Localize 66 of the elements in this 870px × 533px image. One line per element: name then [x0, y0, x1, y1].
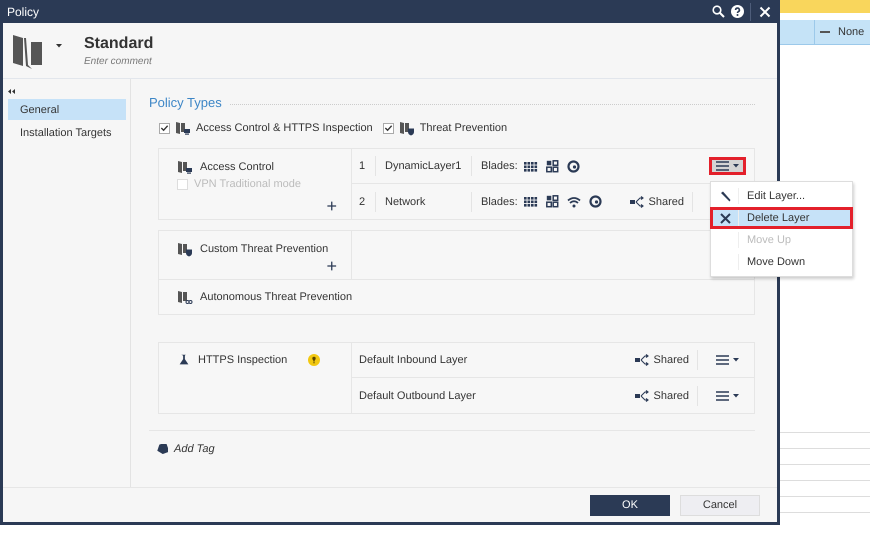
section-title: HTTPS Inspection	[198, 354, 288, 366]
menu-icon	[716, 390, 729, 400]
caret-icon	[733, 358, 739, 362]
layer-name: Default Inbound Layer	[359, 354, 468, 366]
caret-icon	[733, 164, 739, 168]
caret-icon	[733, 394, 739, 398]
minus-icon	[820, 31, 830, 33]
blade-grid-icon	[524, 195, 538, 208]
row-number: 2	[359, 196, 366, 208]
add-button[interactable]: +	[326, 197, 337, 215]
blades-label: Blades:	[481, 196, 518, 208]
section-heading: Policy Types	[149, 95, 222, 110]
option-label: Access Control & HTTPS Inspection	[196, 122, 373, 134]
section-title: Custom Threat Prevention	[200, 243, 328, 255]
search-icon[interactable]	[712, 5, 725, 18]
cancel-button[interactable]: Cancel	[680, 494, 760, 516]
section-title: Autonomous Threat Prevention	[200, 291, 352, 303]
target-icon	[588, 195, 602, 208]
shared-label: Shared	[654, 354, 689, 366]
layer-name: DynamicLayer1	[385, 160, 462, 172]
help-icon[interactable]	[731, 5, 744, 18]
layer-name: Network	[385, 196, 426, 208]
policy-name: Standard	[84, 34, 154, 52]
menu-item[interactable]: Edit Layer...	[713, 188, 850, 204]
add-button[interactable]: +	[326, 257, 337, 275]
target-icon	[566, 160, 580, 172]
policy-icon	[177, 241, 193, 257]
menu-button[interactable]	[712, 160, 743, 172]
menu-icon	[716, 355, 729, 365]
share-icon	[634, 354, 649, 366]
option-label: VPN Traditional mode	[194, 178, 301, 190]
layer-name: Default Outbound Layer	[359, 390, 476, 402]
policy-icon	[177, 289, 193, 305]
caret-icon[interactable]	[56, 44, 62, 48]
blade-grid-icon	[524, 160, 538, 172]
menu-item[interactable]: Delete Layer	[713, 210, 850, 226]
share-icon	[634, 390, 649, 402]
window-title: Policy	[7, 4, 40, 18]
shared-label: Shared	[654, 390, 689, 402]
close-icon	[720, 212, 731, 224]
section-title: Access Control	[200, 161, 274, 173]
comment-field[interactable]: Enter comment	[84, 56, 204, 66]
menu-item[interactable]: Move Down	[713, 254, 850, 270]
shared-label: Shared	[648, 196, 684, 208]
share-icon	[630, 196, 644, 208]
table-cell: None	[838, 26, 864, 38]
policy-icon	[177, 159, 193, 175]
blade-tiles-icon	[546, 160, 559, 172]
sidebar-item[interactable]: Installation Targets	[8, 122, 126, 143]
wifi-icon	[566, 196, 581, 208]
option-label: Threat Prevention	[420, 122, 508, 134]
blades-label: Blades:	[481, 160, 518, 172]
policy-type-icon	[398, 120, 415, 136]
policy-type-icon	[175, 120, 191, 136]
sidebar-item[interactable]: General	[8, 99, 126, 120]
menu-icon	[716, 161, 729, 171]
tag-icon[interactable]	[157, 444, 168, 454]
blade-tiles-icon	[546, 195, 559, 208]
checkbox[interactable]	[159, 122, 170, 134]
collapse-icon[interactable]	[8, 89, 15, 94]
policy-icon	[177, 353, 191, 367]
ok-button[interactable]: OK	[590, 494, 670, 516]
pencil-icon	[720, 190, 731, 202]
row-number: 1	[359, 160, 366, 172]
checkbox[interactable]	[382, 122, 394, 134]
add-tag-link[interactable]: Add Tag	[174, 443, 215, 455]
